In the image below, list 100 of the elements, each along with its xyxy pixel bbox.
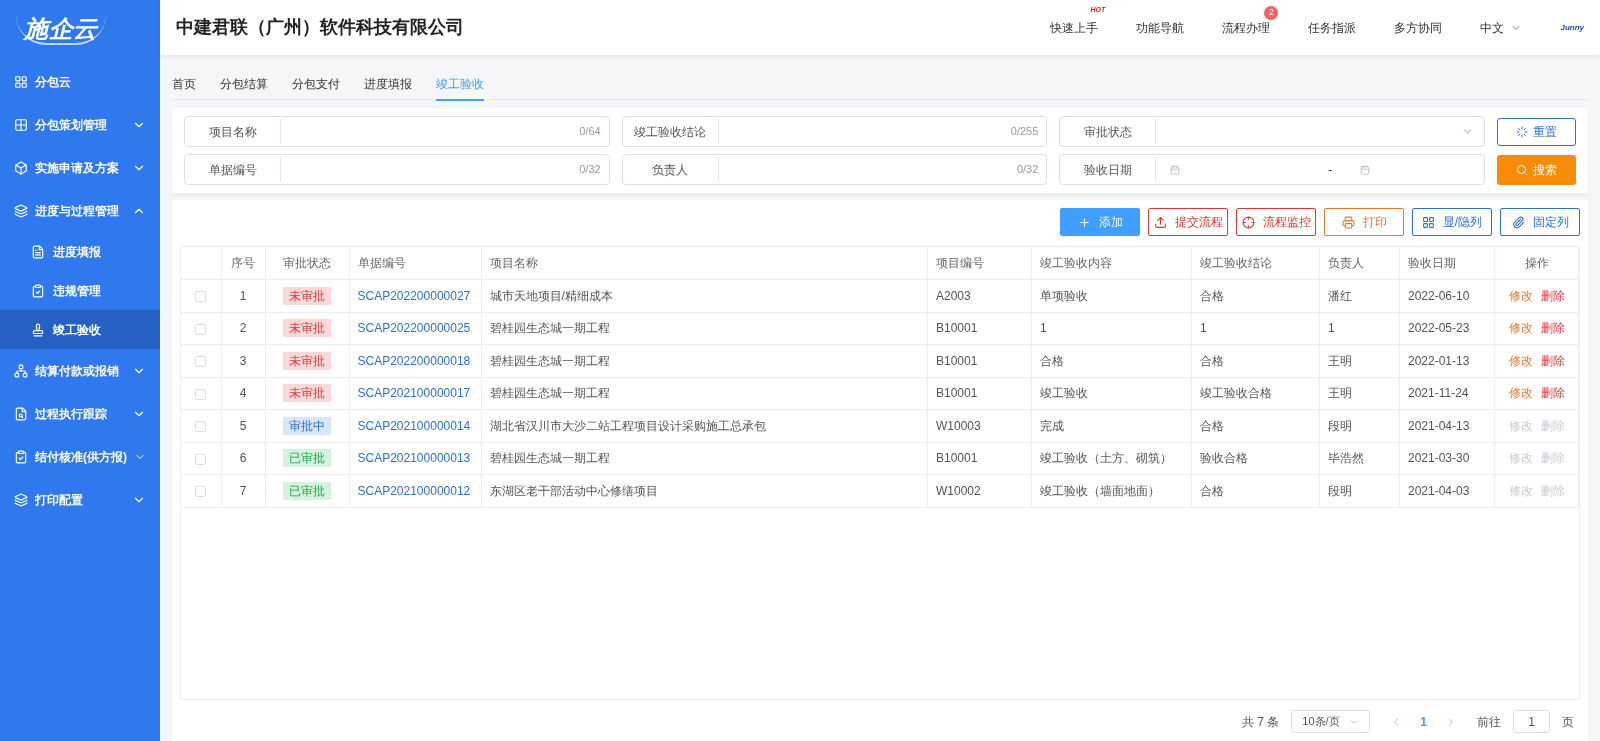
table-cell: 合格 <box>1200 288 1224 303</box>
toolbar-button[interactable]: 显/隐列 <box>1412 208 1492 236</box>
cube-icon <box>14 160 28 175</box>
status-tag: 已审批 <box>283 449 331 468</box>
status-tag: 未审批 <box>283 319 331 338</box>
toolbar-button[interactable]: 打印 <box>1324 208 1404 236</box>
table-cell: 2021-03-30 <box>1408 451 1470 466</box>
paperclip-icon <box>1511 215 1525 229</box>
document-link[interactable]: SCAP202200000018 <box>357 353 471 368</box>
row-checkbox[interactable] <box>195 323 207 335</box>
input-field[interactable]: 负责人 0/32 <box>621 154 1048 185</box>
tab[interactable]: 进度填报 <box>364 69 412 99</box>
sidebar-item[interactable]: 结付核准(供方报) <box>0 435 160 478</box>
total-count: 共 7 条 <box>1241 713 1280 731</box>
nav-link[interactable]: 任务指派 <box>1308 20 1357 35</box>
language-select[interactable]: 中文 <box>1480 18 1523 37</box>
document-link[interactable]: SCAP202100000012 <box>357 483 471 498</box>
status-tag: 未审批 <box>283 286 331 305</box>
row-checkbox[interactable] <box>195 453 207 465</box>
table-cell: 1 <box>1040 321 1047 336</box>
column-header: 操作 <box>1494 247 1579 280</box>
toolbar-button[interactable]: 提交流程 <box>1148 208 1228 236</box>
table-cell: 湖北省汉川市大沙二站工程项目设计采购施工总承包 <box>489 418 766 433</box>
status-tag: 未审批 <box>283 351 331 370</box>
select-field[interactable]: 审批状态 <box>1059 116 1485 147</box>
sidebar-item[interactable]: 过程执行跟踪 <box>0 392 160 435</box>
sidebar-item[interactable]: 分包策划管理 <box>0 103 160 146</box>
toolbar-button[interactable]: 添加 <box>1060 208 1140 236</box>
document-link[interactable]: SCAP202200000027 <box>357 288 471 303</box>
sidebar-subitem[interactable]: 违规管理 <box>0 271 160 310</box>
table-cell: 碧桂园生态城一期工程 <box>489 321 610 336</box>
sidebar-item[interactable]: 实施申请及方案 <box>0 146 160 189</box>
column-header: 序号 <box>221 247 265 280</box>
delete-link[interactable]: 删除 <box>1540 384 1565 403</box>
delete-link[interactable]: 删除 <box>1540 319 1565 338</box>
edit-link[interactable]: 修改 <box>1508 319 1533 338</box>
table-cell: 2022-06-10 <box>1408 288 1470 303</box>
table-cell: B10001 <box>936 451 978 466</box>
sidebar-item[interactable]: 结算付款或报销 <box>0 349 160 392</box>
table-cell: 1 <box>239 288 247 303</box>
toolbar-button[interactable]: 固定列 <box>1500 208 1580 236</box>
calendar-icon <box>1170 164 1181 175</box>
edit-link[interactable]: 修改 <box>1508 351 1533 370</box>
row-checkbox[interactable] <box>195 388 207 400</box>
nav-link[interactable]: 流程办理 <box>1222 20 1271 35</box>
row-checkbox[interactable] <box>195 356 207 368</box>
sidebar-subitem[interactable]: 进度填报 <box>0 232 160 271</box>
table-cell: 王明 <box>1328 353 1352 368</box>
search-button[interactable]: 搜索 <box>1497 154 1576 185</box>
table-cell: B10001 <box>936 321 978 336</box>
goto-page-field[interactable]: 1 <box>1513 710 1550 733</box>
stamp-icon <box>31 322 45 337</box>
tab[interactable]: 分包支付 <box>292 69 340 99</box>
reset-button[interactable]: 重置 <box>1497 117 1576 146</box>
table-cell: 2022-01-13 <box>1408 353 1470 368</box>
table-cell: 段明 <box>1328 483 1352 498</box>
input-field[interactable]: 单据编号 0/32 <box>184 154 610 185</box>
table-cell: W10002 <box>936 483 981 498</box>
edit-link[interactable]: 修改 <box>1508 286 1533 305</box>
nav-link[interactable]: 多方协同 <box>1394 20 1443 35</box>
table-cell: 碧桂园生态城一期工程 <box>489 353 610 368</box>
row-checkbox[interactable] <box>195 291 207 303</box>
table-cell: 毕浩然 <box>1328 451 1364 466</box>
table-cell: 竣工验收合格 <box>1200 386 1272 401</box>
toolbar-button[interactable]: 流程监控 <box>1236 208 1316 236</box>
table-cell: 2021-04-13 <box>1408 418 1470 433</box>
table-cell: 7 <box>239 483 247 498</box>
page-number[interactable]: 1 <box>1414 712 1433 731</box>
nav-link[interactable]: 快速上手 <box>1050 20 1099 35</box>
column-header: 项目编号 <box>927 247 1032 280</box>
tab[interactable]: 分包结算 <box>220 69 268 99</box>
status-tag: 未审批 <box>283 384 331 403</box>
row-checkbox[interactable] <box>195 486 207 498</box>
column-header: 审批状态 <box>265 247 349 280</box>
tab[interactable]: 首页 <box>172 69 196 99</box>
input-field[interactable]: 项目名称 0/64 <box>184 116 610 147</box>
sidebar-item[interactable]: 分包云 <box>0 60 160 103</box>
table-cell: 王明 <box>1328 386 1352 401</box>
edit-link[interactable]: 修改 <box>1508 384 1533 403</box>
document-link[interactable]: SCAP202100000014 <box>357 418 471 433</box>
delete-link[interactable]: 删除 <box>1540 286 1565 305</box>
date-range-field[interactable]: 验收日期 - <box>1059 154 1485 185</box>
delete-link[interactable]: 删除 <box>1540 351 1565 370</box>
document-link[interactable]: SCAP202100000017 <box>357 386 471 401</box>
sidebar-item[interactable]: 进度与过程管理 <box>0 189 160 232</box>
tab[interactable]: 竣工验收 <box>436 69 484 101</box>
row-checkbox[interactable] <box>195 421 207 433</box>
nav-link[interactable]: 功能导航 <box>1136 20 1185 35</box>
crosshair-icon <box>1241 215 1255 229</box>
grid-icon <box>14 74 28 89</box>
table-cell: 2 <box>239 321 247 336</box>
document-link[interactable]: SCAP202100000013 <box>357 451 471 466</box>
table-cell: 合格 <box>1200 353 1224 368</box>
sidebar-subitem[interactable]: 竣工验收 <box>0 310 160 349</box>
page-size-select[interactable]: 10条/页 <box>1291 710 1371 733</box>
input-field[interactable]: 竣工验收结论 0/255 <box>621 116 1048 147</box>
document-link[interactable]: SCAP202200000025 <box>357 321 471 336</box>
column-header: 竣工验收内容 <box>1031 247 1192 280</box>
table-cell: B10001 <box>936 386 978 401</box>
sidebar-item[interactable]: 打印配置 <box>0 478 160 521</box>
